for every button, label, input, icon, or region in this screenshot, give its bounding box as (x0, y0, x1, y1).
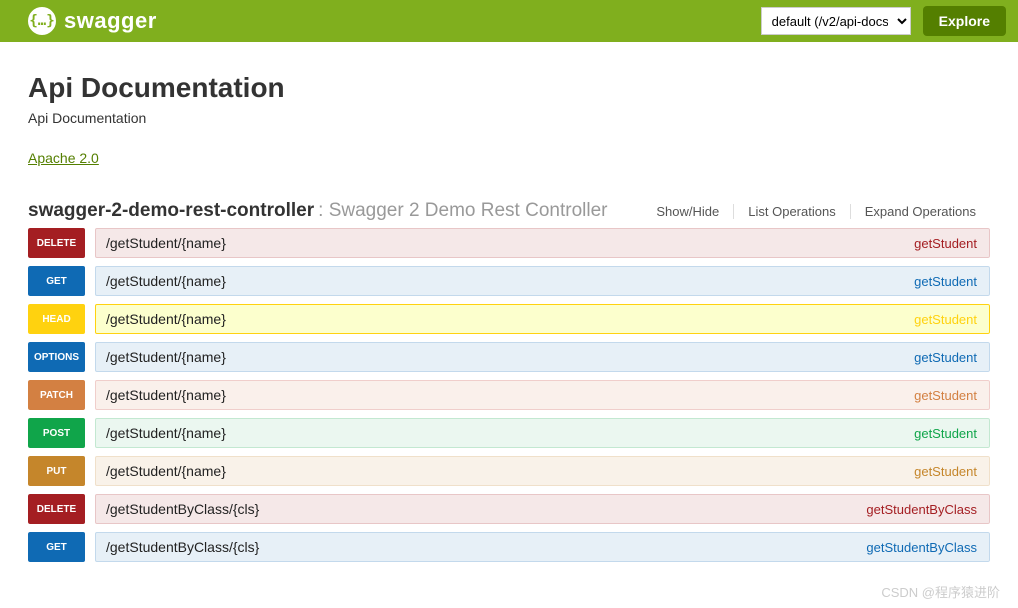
operation-action-link[interactable]: getStudent (914, 312, 979, 327)
operation-row[interactable]: POST/getStudent/{name} getStudent (28, 418, 990, 448)
operation-row[interactable]: DELETE/getStudentByClass/{cls} getStudent… (28, 494, 990, 524)
show-hide-link[interactable]: Show/Hide (642, 204, 733, 219)
operation-body[interactable]: /getStudentByClass/{cls} getStudentByClas… (95, 532, 990, 562)
operation-action-link[interactable]: getStudent (914, 274, 979, 289)
operation-body[interactable]: /getStudent/{name} getStudent (95, 304, 990, 334)
operation-path: /getStudentByClass/{cls} (96, 539, 259, 555)
resource-controls: Show/Hide List Operations Expand Operati… (642, 204, 990, 219)
resource-desc: : Swagger 2 Demo Rest Controller (318, 200, 607, 222)
operation-path: /getStudent/{name} (96, 311, 226, 327)
operation-body[interactable]: /getStudent/{name} getStudent (95, 418, 990, 448)
method-badge[interactable]: DELETE (28, 228, 85, 258)
operation-body[interactable]: /getStudent/{name} getStudent (95, 266, 990, 296)
operation-path: /getStudent/{name} (96, 349, 226, 365)
api-subtitle: Api Documentation (28, 110, 990, 126)
explore-button[interactable]: Explore (923, 6, 1006, 36)
method-badge[interactable]: PUT (28, 456, 85, 486)
spec-select[interactable]: default (/v2/api-docs) (761, 7, 911, 35)
expand-operations-link[interactable]: Expand Operations (850, 204, 990, 219)
operation-path: /getStudent/{name} (96, 463, 226, 479)
operation-path: /getStudent/{name} (96, 273, 226, 289)
operation-row[interactable]: PATCH/getStudent/{name} getStudent (28, 380, 990, 410)
license-link[interactable]: Apache 2.0 (28, 150, 99, 166)
operation-path: /getStudent/{name} (96, 425, 226, 441)
operation-row[interactable]: DELETE/getStudent/{name} getStudent (28, 228, 990, 258)
api-title: Api Documentation (28, 72, 990, 104)
watermark: CSDN @程序猿进阶 (881, 582, 1000, 601)
resource-name[interactable]: swagger-2-demo-rest-controller (28, 200, 314, 222)
logo: {…} swagger (28, 7, 157, 35)
operation-body[interactable]: /getStudent/{name} getStudent (95, 342, 990, 372)
operation-body[interactable]: /getStudent/{name} getStudent (95, 228, 990, 258)
operation-row[interactable]: GET/getStudent/{name} getStudent (28, 266, 990, 296)
operation-body[interactable]: /getStudent/{name} getStudent (95, 456, 990, 486)
method-badge[interactable]: OPTIONS (28, 342, 85, 372)
operation-action-link[interactable]: getStudentByClass (866, 502, 979, 517)
method-badge[interactable]: HEAD (28, 304, 85, 334)
operation-path: /getStudent/{name} (96, 387, 226, 403)
operation-body[interactable]: /getStudentByClass/{cls} getStudentByClas… (95, 494, 990, 524)
method-badge[interactable]: GET (28, 532, 85, 562)
operation-action-link[interactable]: getStudent (914, 464, 979, 479)
operation-row[interactable]: OPTIONS/getStudent/{name} getStudent (28, 342, 990, 372)
operations-list: DELETE/getStudent/{name}getStudentGET/ge… (0, 228, 1018, 580)
resource-header: swagger-2-demo-rest-controller : Swagger… (28, 200, 990, 228)
operation-body[interactable]: /getStudent/{name} getStudent (95, 380, 990, 410)
operation-row[interactable]: HEAD/getStudent/{name} getStudent (28, 304, 990, 334)
header-right: default (/v2/api-docs) Explore (761, 6, 1006, 36)
operation-action-link[interactable]: getStudent (914, 426, 979, 441)
logo-text: swagger (64, 8, 157, 34)
info-section: Api Documentation Api Documentation Apac… (0, 42, 1018, 228)
method-badge[interactable]: DELETE (28, 494, 85, 524)
operation-action-link[interactable]: getStudent (914, 236, 979, 251)
operation-action-link[interactable]: getStudent (914, 388, 979, 403)
method-badge[interactable]: PATCH (28, 380, 85, 410)
swagger-icon: {…} (28, 7, 56, 35)
operation-row[interactable]: GET/getStudentByClass/{cls} getStudentByC… (28, 532, 990, 562)
method-badge[interactable]: GET (28, 266, 85, 296)
app-header: {…} swagger default (/v2/api-docs) Explo… (0, 0, 1018, 42)
operation-action-link[interactable]: getStudentByClass (866, 540, 979, 555)
method-badge[interactable]: POST (28, 418, 85, 448)
operation-path: /getStudentByClass/{cls} (96, 501, 259, 517)
list-operations-link[interactable]: List Operations (733, 204, 849, 219)
operation-path: /getStudent/{name} (96, 235, 226, 251)
operation-row[interactable]: PUT/getStudent/{name} getStudent (28, 456, 990, 486)
operation-action-link[interactable]: getStudent (914, 350, 979, 365)
